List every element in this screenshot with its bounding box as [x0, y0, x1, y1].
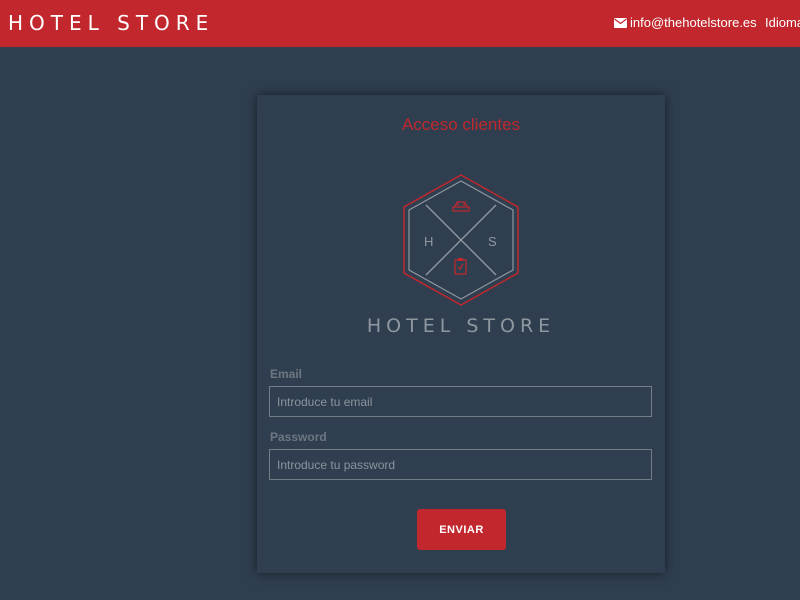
clipboard-icon [454, 258, 467, 275]
password-label: Password [270, 430, 327, 444]
logo-letter-s: S [488, 234, 497, 249]
login-title: Acceso clientes [401, 115, 521, 134]
email-contact-text: info@thehotelstore.es [630, 15, 757, 30]
email-label: Email [270, 367, 303, 381]
language-menu[interactable]: Idioma [765, 15, 800, 30]
login-card: Acceso clientes H S HOTEL STORE Email Pa… [257, 95, 665, 573]
logo-wordmark: HOTEL STORE [366, 315, 556, 337]
submit-button[interactable]: ENVIAR [417, 509, 506, 550]
top-navbar: HOTEL STORE info@thehotelstore.es Idioma [0, 0, 800, 47]
hotel-store-hexagon-logo: H S [403, 174, 519, 306]
brand-logo[interactable]: HOTEL STORE [8, 11, 214, 35]
email-contact-link[interactable]: info@thehotelstore.es [614, 15, 757, 30]
envelope-icon [614, 17, 627, 28]
email-field[interactable] [269, 386, 652, 417]
logo-letter-h: H [424, 234, 433, 249]
bed-icon [452, 201, 470, 212]
password-field[interactable] [269, 449, 652, 480]
